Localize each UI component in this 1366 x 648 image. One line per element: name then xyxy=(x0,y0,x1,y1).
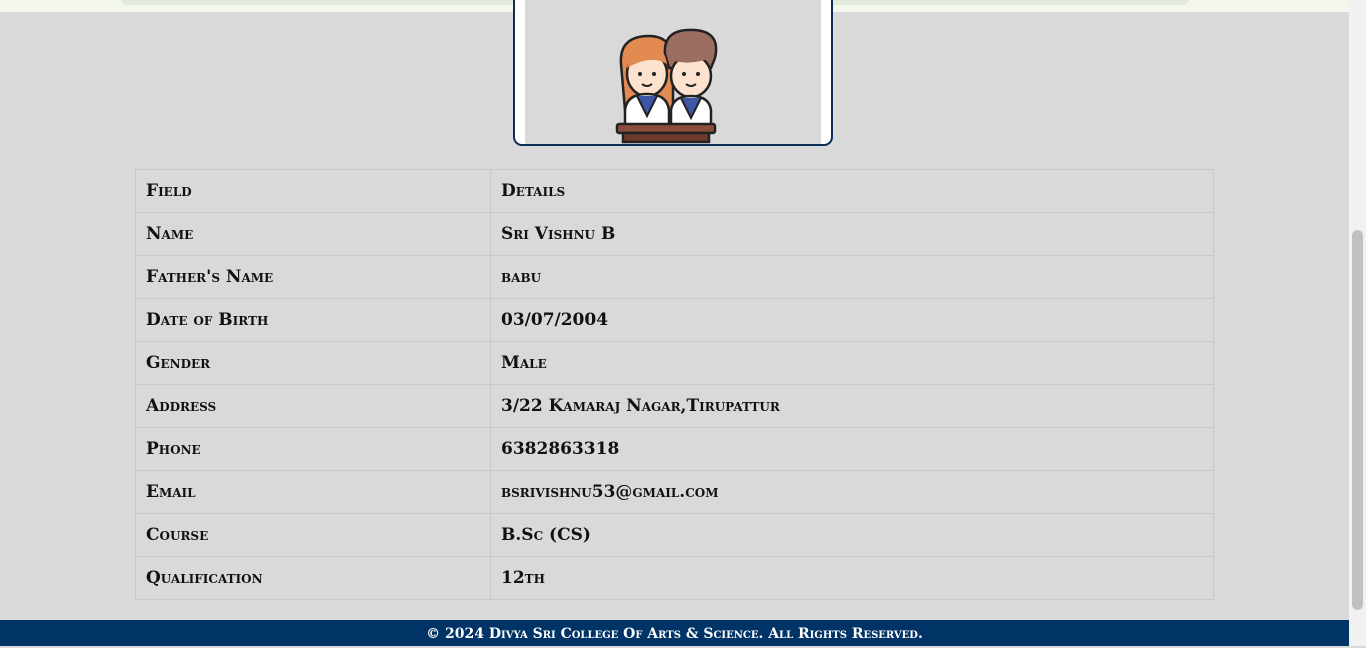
table-header-row: Field Details xyxy=(135,169,1214,213)
field-label: Address xyxy=(135,384,491,428)
field-label: Email xyxy=(135,470,491,514)
field-value: 3/22 Kamaraj Nagar,Tirupattur xyxy=(490,384,1214,428)
field-value: babu xyxy=(490,255,1214,299)
header-details: Details xyxy=(490,169,1214,213)
field-value: Sri Vishnu B xyxy=(490,212,1214,256)
field-label: Phone xyxy=(135,427,491,471)
field-label: Qualification xyxy=(135,556,491,600)
table-row: Qualification 12th xyxy=(135,556,1214,600)
scrollbar-thumb[interactable] xyxy=(1352,230,1363,610)
field-label: Course xyxy=(135,513,491,557)
field-label: Name xyxy=(135,212,491,256)
table-row: Date of Birth 03/07/2004 xyxy=(135,298,1214,342)
field-value: 12th xyxy=(490,556,1214,600)
vertical-scrollbar[interactable] xyxy=(1349,0,1366,646)
field-label: Father's Name xyxy=(135,255,491,299)
table-row: Address 3/22 Kamaraj Nagar,Tirupattur xyxy=(135,384,1214,428)
page-footer: © 2024 Divya Sri College Of Arts & Scien… xyxy=(0,620,1349,646)
table-row: Name Sri Vishnu B xyxy=(135,212,1214,256)
field-value: 03/07/2004 xyxy=(490,298,1214,342)
profile-photo-frame xyxy=(513,0,833,146)
student-details-table: Field Details Name Sri Vishnu B Father's… xyxy=(135,169,1214,600)
students-icon xyxy=(615,28,718,144)
header-field: Field xyxy=(135,169,491,213)
field-value: bsrivishnu53@gmail.com xyxy=(490,470,1214,514)
table-row: Phone 6382863318 xyxy=(135,427,1214,471)
copyright-text: © 2024 Divya Sri College Of Arts & Scien… xyxy=(426,626,923,642)
table-row: Course B.Sc (CS) xyxy=(135,513,1214,557)
field-label: Date of Birth xyxy=(135,298,491,342)
table-row: Father's Name babu xyxy=(135,255,1214,299)
profile-photo xyxy=(525,0,821,144)
table-row: Gender Male xyxy=(135,341,1214,385)
field-value: 6382863318 xyxy=(490,427,1214,471)
field-value: Male xyxy=(490,341,1214,385)
table-row: Email bsrivishnu53@gmail.com xyxy=(135,470,1214,514)
field-value: B.Sc (CS) xyxy=(490,513,1214,557)
field-label: Gender xyxy=(135,341,491,385)
